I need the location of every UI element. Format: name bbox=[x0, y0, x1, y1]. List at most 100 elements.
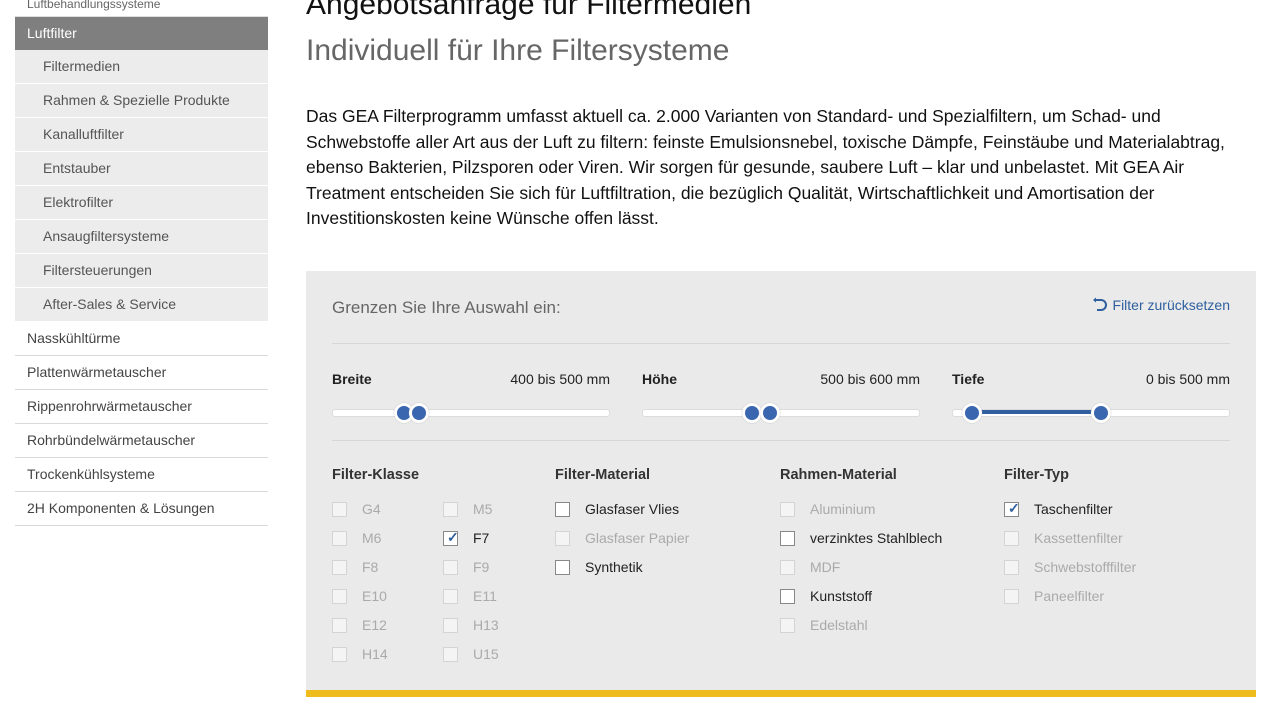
filter-option[interactable]: ✓ F7 bbox=[443, 528, 490, 546]
checkbox bbox=[1004, 559, 1019, 575]
sidebar-subitem[interactable]: After-Sales & Service bbox=[15, 288, 268, 322]
sidebar-item-luftbehandlungssysteme[interactable]: Luftbehandlungssysteme bbox=[15, 0, 268, 17]
sidebar-subitem[interactable]: Filtermedien bbox=[15, 50, 268, 84]
checkbox[interactable]: ✓ bbox=[1004, 499, 1020, 517]
page-subtitle: Individuell für Ihre Filtersysteme bbox=[306, 34, 730, 67]
filter-option: H14 bbox=[332, 646, 388, 662]
slider-label: Breite bbox=[332, 371, 372, 387]
sidebar-subitem[interactable]: Filtersteuerungen bbox=[15, 254, 268, 288]
reset-icon bbox=[1092, 297, 1107, 311]
filter-option-label: E10 bbox=[362, 588, 387, 604]
checkbox[interactable] bbox=[780, 588, 795, 604]
filter-option: Schwebstofffilter bbox=[1004, 559, 1136, 575]
slider-range-value: 0 bis 500 mm bbox=[1145, 371, 1230, 387]
filter-option[interactable]: ✓ Taschenfilter bbox=[1004, 499, 1113, 517]
checkbox bbox=[443, 646, 458, 662]
filter-option[interactable]: Kunststoff bbox=[780, 588, 872, 604]
filter-option-label: Schwebstofffilter bbox=[1034, 559, 1137, 575]
slider-label: Tiefe bbox=[952, 371, 985, 387]
checkbox bbox=[780, 501, 795, 517]
slider-track[interactable] bbox=[642, 409, 920, 417]
sidebar-subitems: Filtermedien Rahmen & Spezielle Produkte… bbox=[15, 50, 268, 322]
sidebar-item[interactable]: Rippenrohrwärmetauscher bbox=[15, 390, 268, 424]
sidebar-subitem[interactable]: Kanalluftfilter bbox=[15, 118, 268, 152]
filter-option-label: E12 bbox=[362, 617, 387, 633]
slider-handle-max[interactable] bbox=[1091, 403, 1111, 423]
sidebar-item-label: Luftbehandlungssysteme bbox=[27, 0, 161, 11]
checkbox bbox=[443, 559, 458, 575]
filter-option: F8 bbox=[332, 559, 378, 575]
checkbox bbox=[1004, 530, 1019, 546]
filter-option-label: Aluminium bbox=[810, 501, 876, 517]
filter-option-label: M6 bbox=[362, 530, 382, 546]
reset-filter-label: Filter zurücksetzen bbox=[1112, 297, 1230, 313]
intro-text: Das GEA Filterprogramm umfasst aktuell c… bbox=[306, 106, 1225, 228]
filter-group-title: Filter-Material bbox=[555, 467, 651, 483]
filter-heading: Grenzen Sie Ihre Auswahl ein: bbox=[332, 298, 561, 317]
filter-option: Glasfaser Papier bbox=[555, 530, 689, 546]
slider-hoehe[interactable]: Höhe 500 bis 600 mm bbox=[642, 371, 920, 423]
filter-option-label: F7 bbox=[473, 530, 490, 546]
slider-range-value: 400 bis 500 mm bbox=[510, 371, 610, 387]
filter-group-klasse: Filter-Klasse G4 M5 M6 ✓ F7 F8 F9 E10 E11 E12 H13 H… bbox=[332, 467, 499, 662]
sidebar-item[interactable]: Plattenwärmetauscher bbox=[15, 356, 268, 390]
filter-group-title: Filter-Typ bbox=[1004, 467, 1069, 483]
checkbox bbox=[332, 530, 347, 546]
sidebar-item-luftfilter[interactable]: Luftfilter bbox=[15, 17, 268, 50]
filter-option-label: M5 bbox=[473, 501, 493, 517]
filter-group-rahmen: Rahmen-Material Aluminium verzinktes Stah… bbox=[780, 467, 942, 633]
filter-option[interactable]: Synthetik bbox=[555, 559, 643, 575]
slider-tiefe[interactable]: Tiefe 0 bis 500 mm bbox=[952, 371, 1230, 423]
sidebar-item[interactable]: Nasskühltürme bbox=[15, 322, 268, 356]
sidebar-subitem[interactable]: Elektrofilter bbox=[15, 186, 268, 220]
filter-option-label: Taschenfilter bbox=[1034, 501, 1113, 517]
checkmark-icon: ✓ bbox=[447, 528, 459, 545]
slider-breite[interactable]: Breite 400 bis 500 mm bbox=[332, 371, 610, 423]
checkbox[interactable] bbox=[555, 501, 570, 517]
checkbox bbox=[443, 588, 458, 604]
filter-option-label: Glasfaser Vlies bbox=[585, 501, 680, 517]
filter-option: E11 bbox=[443, 588, 497, 604]
slider-fill bbox=[972, 410, 1101, 414]
slider-track[interactable] bbox=[332, 409, 610, 417]
filter-option: Kassettenfilter bbox=[1004, 530, 1123, 546]
checkbox[interactable] bbox=[555, 559, 570, 575]
sidebar-item[interactable]: Trockenkühlsysteme bbox=[15, 458, 268, 492]
filter-option: Aluminium bbox=[780, 501, 875, 517]
filter-option: M5 bbox=[443, 501, 492, 517]
checkbox bbox=[555, 530, 570, 546]
filter-option: G4 bbox=[332, 501, 381, 517]
sidebar-subitem[interactable]: Rahmen & Spezielle Produkte bbox=[15, 84, 268, 118]
slider-handle-max[interactable] bbox=[409, 403, 430, 423]
sidebar-subitem[interactable]: Entstauber bbox=[15, 152, 268, 186]
checkbox bbox=[332, 617, 347, 633]
filter-option-label: U15 bbox=[473, 646, 499, 662]
sidebar-subitem[interactable]: Ansaugfiltersysteme bbox=[15, 220, 268, 254]
sidebar-nav: Luftbehandlungssysteme Luftfilter Filter… bbox=[15, 0, 268, 526]
filter-option[interactable]: verzinktes Stahlblech bbox=[780, 530, 942, 546]
filter-group-title: Filter-Klasse bbox=[332, 467, 420, 483]
filter-option-label: Synthetik bbox=[585, 559, 643, 575]
filter-group-typ: Filter-Typ ✓ Taschenfilter Kassettenfilter… bbox=[1004, 467, 1136, 604]
checkbox bbox=[332, 559, 347, 575]
checkbox[interactable]: ✓ bbox=[443, 528, 459, 546]
divider bbox=[332, 440, 1230, 441]
checkbox bbox=[1004, 588, 1019, 604]
slider-handle-max[interactable] bbox=[760, 403, 781, 423]
sidebar-item[interactable]: 2H Komponenten & Lösungen bbox=[15, 492, 268, 526]
filter-option[interactable]: Glasfaser Vlies bbox=[555, 501, 679, 517]
reset-filter-button[interactable]: Filter zurücksetzen bbox=[1091, 297, 1230, 313]
slider-handle-min[interactable] bbox=[962, 403, 982, 423]
filter-option-label: H13 bbox=[473, 617, 499, 633]
sidebar-item[interactable]: Rohrbündelwärmetauscher bbox=[15, 424, 268, 458]
filter-option: Paneelfilter bbox=[1004, 588, 1104, 604]
filter-group-material: Filter-Material Glasfaser Vlies Glasfaser… bbox=[555, 467, 689, 575]
filter-option: MDF bbox=[780, 559, 840, 575]
accent-bar bbox=[306, 690, 1256, 697]
filter-panel: Grenzen Sie Ihre Auswahl ein: Filter zur… bbox=[306, 271, 1256, 691]
filter-option: F9 bbox=[443, 559, 489, 575]
checkbox[interactable] bbox=[780, 530, 795, 546]
filter-option-label: H14 bbox=[362, 646, 388, 662]
checkmark-icon: ✓ bbox=[1008, 499, 1020, 516]
slider-handle-min[interactable] bbox=[742, 403, 763, 423]
